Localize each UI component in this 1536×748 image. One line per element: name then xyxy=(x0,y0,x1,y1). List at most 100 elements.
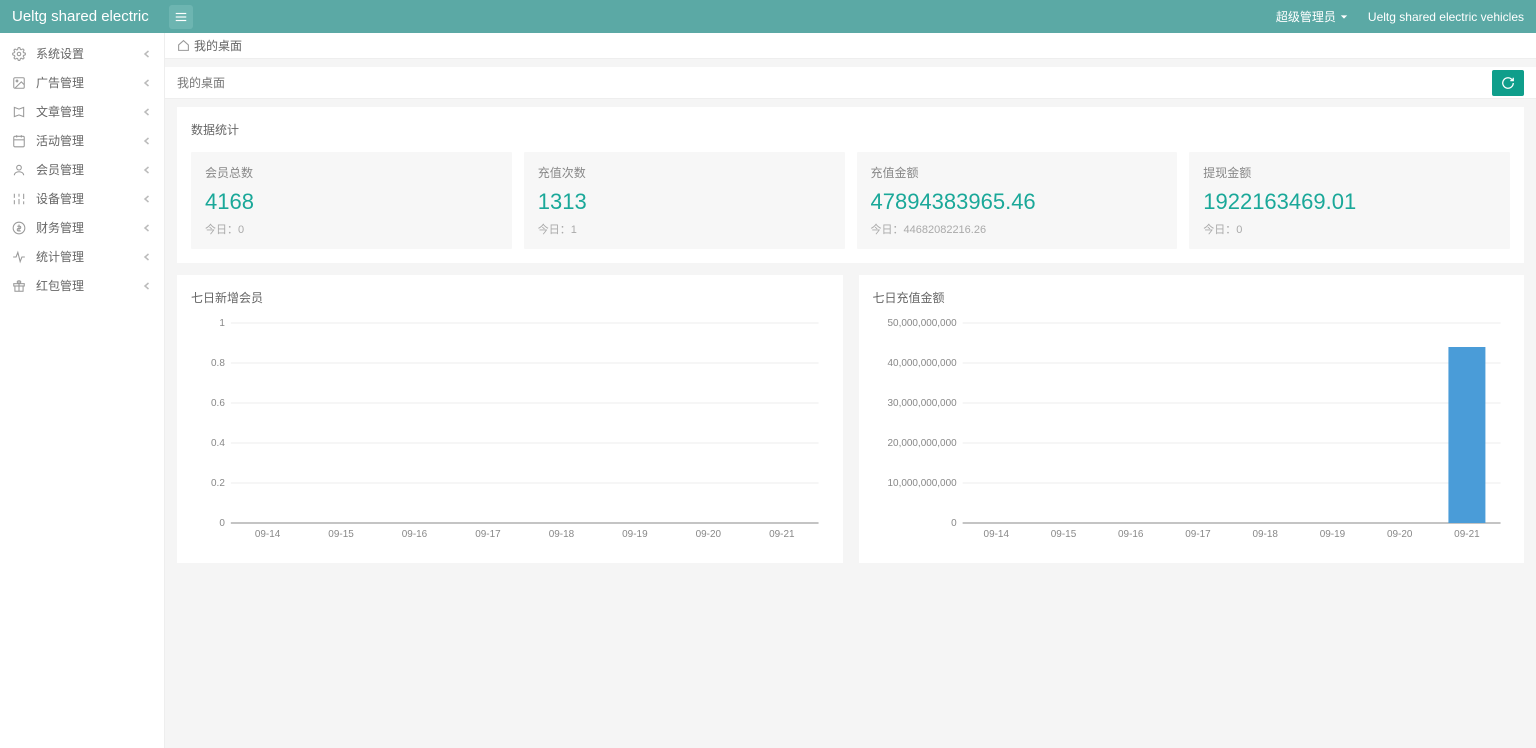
book-icon xyxy=(12,105,26,119)
caret-down-icon xyxy=(1340,13,1348,21)
sidebar-item-0[interactable]: 系统设置 xyxy=(0,39,164,68)
sidebar-item-label: 广告管理 xyxy=(36,74,142,91)
svg-text:0.8: 0.8 xyxy=(211,358,225,369)
refresh-icon xyxy=(1501,76,1515,90)
chevron-left-icon xyxy=(142,165,152,175)
svg-text:09-21: 09-21 xyxy=(1454,529,1480,540)
svg-text:09-14: 09-14 xyxy=(983,529,1009,540)
sliders-icon xyxy=(12,192,26,206)
sidebar-item-8[interactable]: 红包管理 xyxy=(0,271,164,300)
svg-text:20,000,000,000: 20,000,000,000 xyxy=(887,438,957,449)
chevron-left-icon xyxy=(142,252,152,262)
sidebar-item-4[interactable]: 会员管理 xyxy=(0,155,164,184)
admin-label: 超级管理员 xyxy=(1276,8,1336,25)
stat-value: 4168 xyxy=(205,189,498,215)
menu-icon xyxy=(174,10,188,24)
chevron-left-icon xyxy=(142,223,152,233)
sidebar-item-7[interactable]: 统计管理 xyxy=(0,242,164,271)
chevron-left-icon xyxy=(142,281,152,291)
stat-sub: 今日：0 xyxy=(205,221,498,237)
svg-text:0.4: 0.4 xyxy=(211,438,225,449)
stat-value: 1313 xyxy=(538,189,831,215)
sidebar-item-label: 文章管理 xyxy=(36,103,142,120)
svg-text:0.6: 0.6 xyxy=(211,398,225,409)
chart-panel-0: 七日新增会员 0 0.2 0.4 0.6 0.8 1 09-14 09-15 09-16 09-17… xyxy=(177,275,843,563)
svg-text:0.2: 0.2 xyxy=(211,478,225,489)
chart-svg: 010,000,000,00020,000,000,00030,000,000,… xyxy=(873,318,1511,543)
activity-icon xyxy=(12,250,26,264)
svg-text:09-17: 09-17 xyxy=(475,529,501,540)
stat-label: 会员总数 xyxy=(205,164,498,181)
svg-text:1: 1 xyxy=(219,318,225,329)
svg-text:09-19: 09-19 xyxy=(1319,529,1345,540)
sidebar: 系统设置 广告管理 文章管理 活动管理 会员管理 设备管理 财务管理 统计管理 … xyxy=(0,33,165,748)
svg-text:09-20: 09-20 xyxy=(696,529,722,540)
sidebar-item-label: 会员管理 xyxy=(36,161,142,178)
brand-text: Ueltg shared electric vehicles xyxy=(1368,10,1524,24)
app-logo: Ueltg shared electric xyxy=(12,8,169,25)
sidebar-item-3[interactable]: 活动管理 xyxy=(0,126,164,155)
image-icon xyxy=(12,76,26,90)
svg-text:0: 0 xyxy=(951,518,957,529)
stat-card-1: 充值次数 1313 今日：1 xyxy=(524,152,845,249)
chevron-left-icon xyxy=(142,136,152,146)
stat-sub: 今日：44682082216.26 xyxy=(871,221,1164,237)
sidebar-item-label: 财务管理 xyxy=(36,219,142,236)
stat-card-3: 提现金额 1922163469.01 今日：0 xyxy=(1189,152,1510,249)
sidebar-item-label: 活动管理 xyxy=(36,132,142,149)
svg-text:09-15: 09-15 xyxy=(328,529,354,540)
chevron-left-icon xyxy=(142,107,152,117)
home-icon xyxy=(177,39,190,52)
chevron-left-icon xyxy=(142,78,152,88)
sidebar-item-label: 设备管理 xyxy=(36,190,142,207)
sidebar-item-label: 系统设置 xyxy=(36,45,142,62)
chevron-left-icon xyxy=(142,194,152,204)
stat-label: 充值次数 xyxy=(538,164,831,181)
sidebar-item-label: 统计管理 xyxy=(36,248,142,265)
svg-text:09-14: 09-14 xyxy=(255,529,281,540)
tab-label: 我的桌面 xyxy=(177,74,1492,91)
svg-text:40,000,000,000: 40,000,000,000 xyxy=(887,358,957,369)
admin-dropdown[interactable]: 超级管理员 xyxy=(1276,8,1368,25)
stat-value: 47894383965.46 xyxy=(871,189,1164,215)
gift-icon xyxy=(12,279,26,293)
chart-title: 七日新增会员 xyxy=(191,289,829,306)
tab-bar: 我的桌面 xyxy=(165,67,1536,99)
stat-card-0: 会员总数 4168 今日：0 xyxy=(191,152,512,249)
svg-text:50,000,000,000: 50,000,000,000 xyxy=(887,318,957,329)
svg-text:09-15: 09-15 xyxy=(1050,529,1076,540)
svg-text:0: 0 xyxy=(219,518,225,529)
chart-title: 七日充值金额 xyxy=(873,289,1511,306)
user-icon xyxy=(12,163,26,177)
calendar-icon xyxy=(12,134,26,148)
stats-title: 数据统计 xyxy=(191,121,1510,138)
dollar-icon xyxy=(12,221,26,235)
svg-text:09-19: 09-19 xyxy=(622,529,648,540)
sidebar-item-1[interactable]: 广告管理 xyxy=(0,68,164,97)
svg-text:09-18: 09-18 xyxy=(1252,529,1278,540)
main-content: 我的桌面 我的桌面 数据统计 会员总数 4168 今日：0充值次数 1313 今… xyxy=(165,33,1536,748)
svg-text:09-16: 09-16 xyxy=(402,529,428,540)
stat-sub: 今日：1 xyxy=(538,221,831,237)
stats-panel: 数据统计 会员总数 4168 今日：0充值次数 1313 今日：1充值金额 47… xyxy=(177,107,1524,263)
svg-text:09-18: 09-18 xyxy=(549,529,575,540)
sidebar-item-2[interactable]: 文章管理 xyxy=(0,97,164,126)
stat-value: 1922163469.01 xyxy=(1203,189,1496,215)
svg-text:10,000,000,000: 10,000,000,000 xyxy=(887,478,957,489)
header: Ueltg shared electric 超级管理员 Ueltg shared… xyxy=(0,0,1536,33)
stat-sub: 今日：0 xyxy=(1203,221,1496,237)
breadcrumb: 我的桌面 xyxy=(165,33,1536,59)
stat-card-2: 充值金额 47894383965.46 今日：44682082216.26 xyxy=(857,152,1178,249)
stat-label: 提现金额 xyxy=(1203,164,1496,181)
chevron-left-icon xyxy=(142,49,152,59)
menu-toggle-button[interactable] xyxy=(169,5,193,29)
sidebar-item-6[interactable]: 财务管理 xyxy=(0,213,164,242)
sidebar-item-5[interactable]: 设备管理 xyxy=(0,184,164,213)
refresh-button[interactable] xyxy=(1492,70,1524,96)
sidebar-item-label: 红包管理 xyxy=(36,277,142,294)
chart-svg: 0 0.2 0.4 0.6 0.8 1 09-14 09-15 09-16 09-17 09-18 0… xyxy=(191,318,829,543)
stat-label: 充值金额 xyxy=(871,164,1164,181)
gear-icon xyxy=(12,47,26,61)
svg-text:09-20: 09-20 xyxy=(1386,529,1412,540)
svg-text:09-17: 09-17 xyxy=(1185,529,1211,540)
